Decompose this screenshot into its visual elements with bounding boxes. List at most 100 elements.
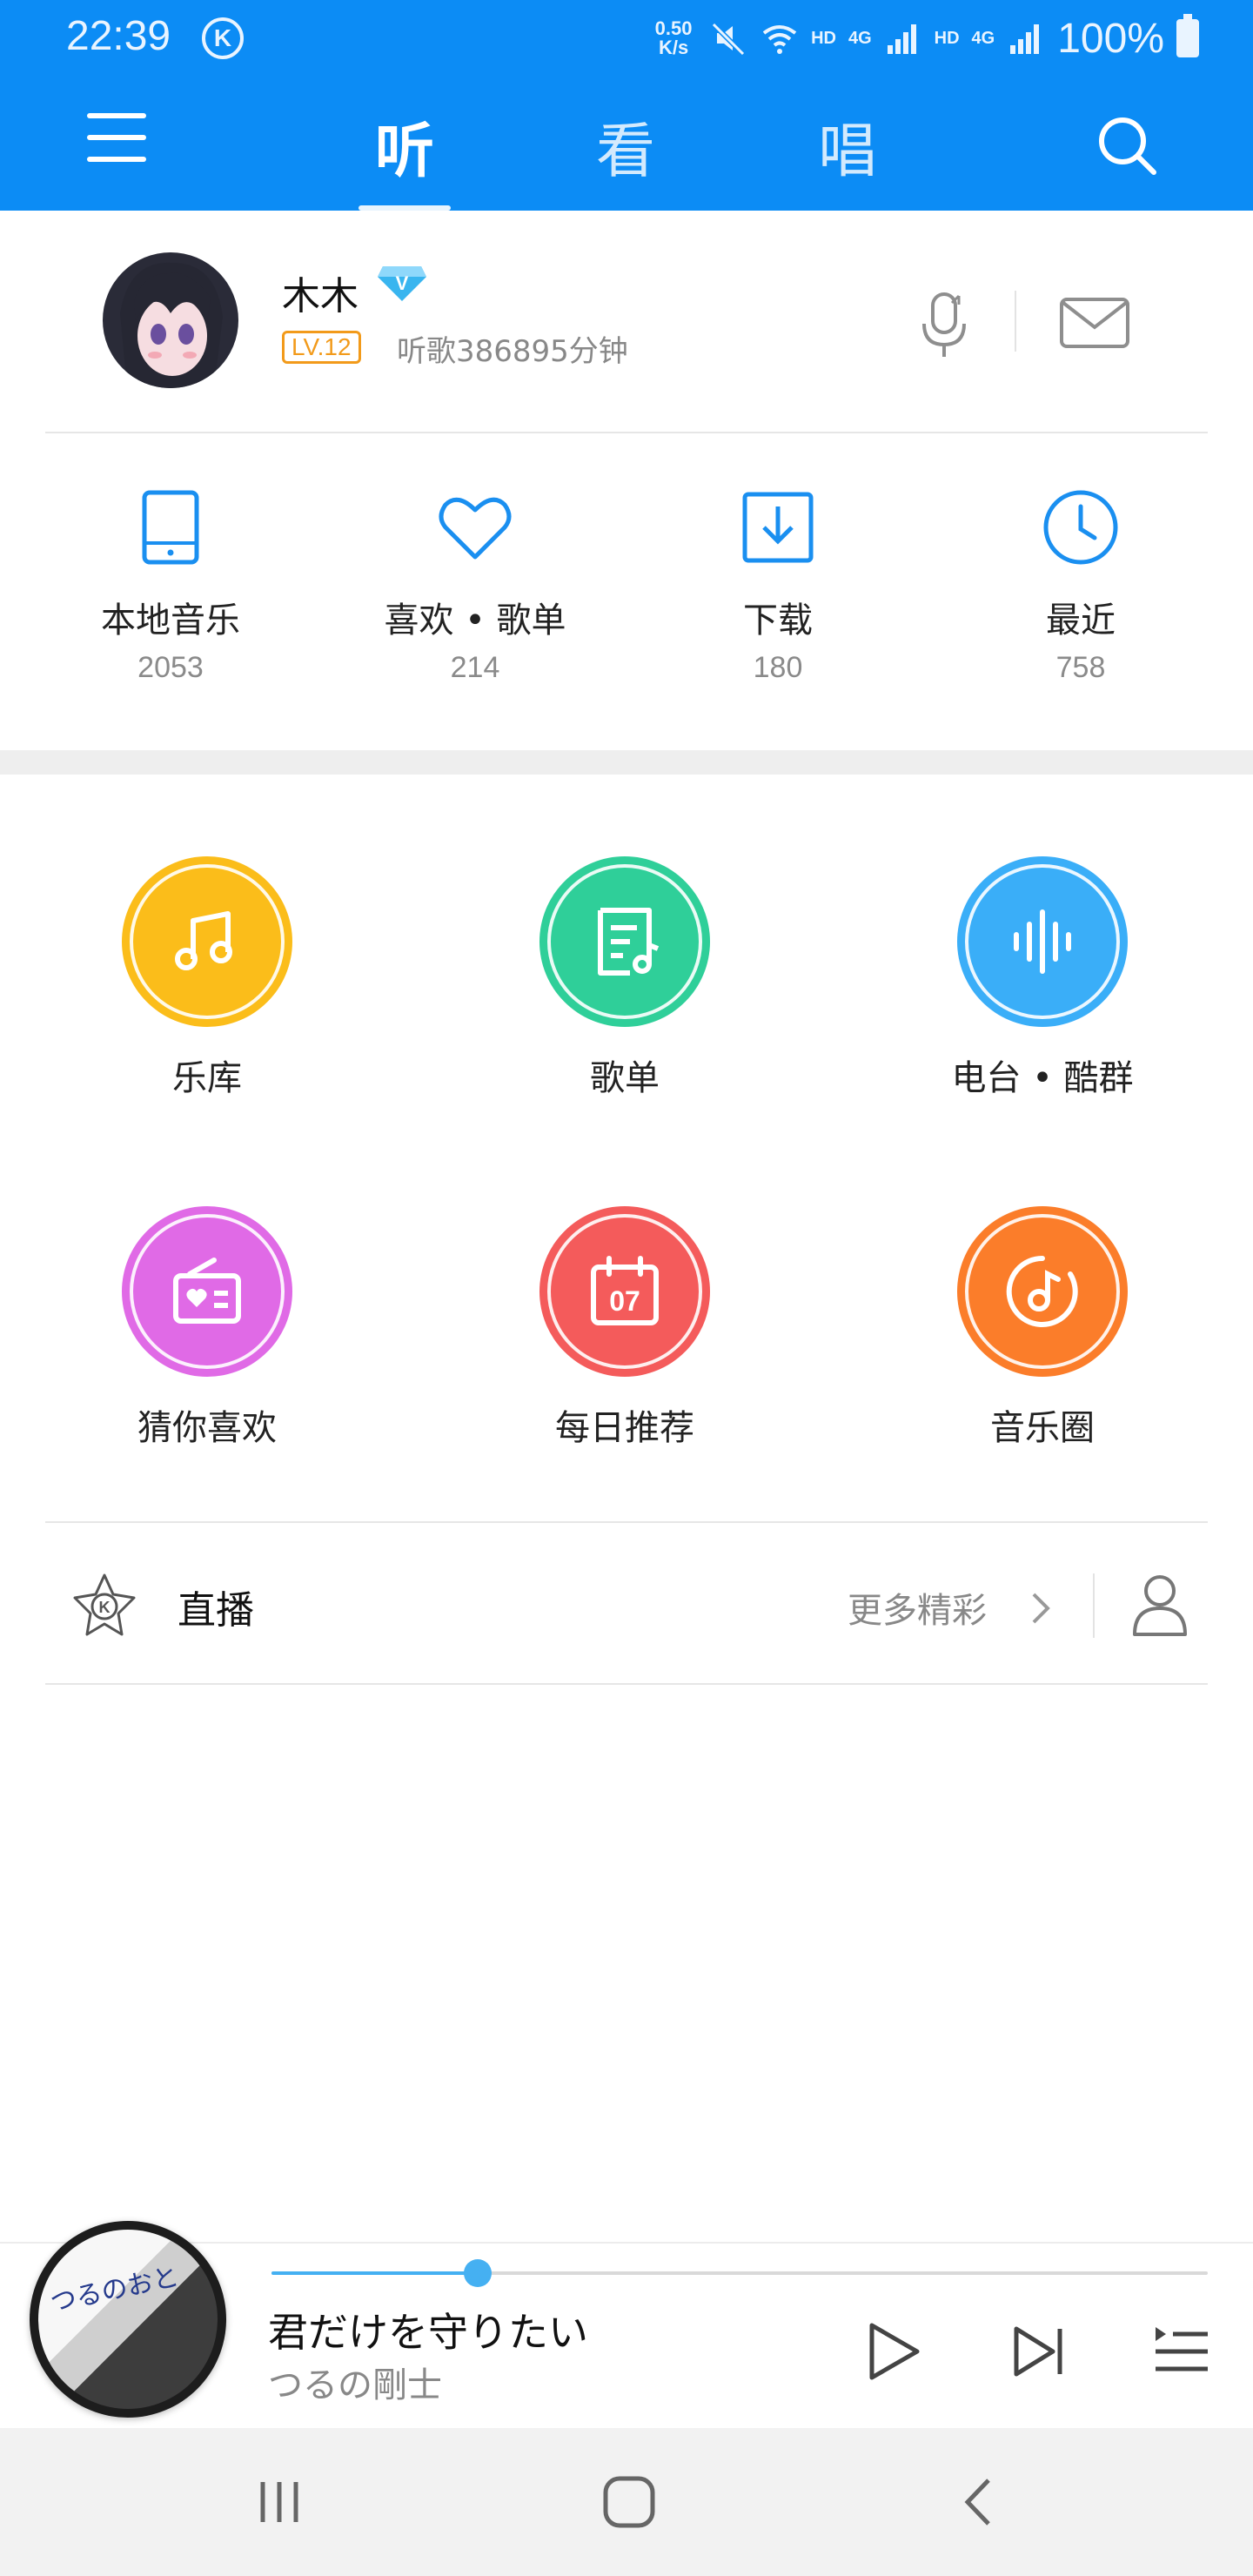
calendar-icon: 07 — [591, 1256, 659, 1325]
divider — [45, 432, 1208, 433]
feature-circle — [957, 1206, 1128, 1377]
avatar[interactable] — [103, 252, 238, 388]
feature-circle — [539, 856, 710, 1027]
playlist-icon — [598, 908, 660, 976]
menu-icon[interactable] — [87, 113, 157, 174]
feature-label: 音乐圈 — [990, 1408, 1095, 1448]
song-artist: つるの剛士 — [268, 2365, 442, 2405]
stat-local-music[interactable]: 本地音乐 2053 — [57, 487, 284, 685]
stat-count: 214 — [450, 651, 500, 684]
svg-text:K: K — [99, 1599, 111, 1616]
mail-icon[interactable] — [1058, 294, 1131, 352]
feature-label: 猜你喜欢 — [137, 1408, 277, 1448]
album-art — [38, 2230, 218, 2409]
network-1-hd: HD — [811, 28, 836, 48]
profile-section: 木木 V LV.12 听歌386895分钟 — [0, 211, 1253, 433]
stat-count: 180 — [753, 651, 803, 684]
recent-apps-icon[interactable] — [249, 2473, 310, 2531]
mute-icon — [711, 22, 746, 57]
progress-bar[interactable] — [271, 2259, 1208, 2287]
level-badge: LV.12 — [282, 331, 361, 364]
stat-label: 下载 — [743, 600, 813, 641]
feature-guess-you-like[interactable]: 猜你喜欢 — [77, 1206, 338, 1450]
progress-handle[interactable] — [463, 2259, 492, 2287]
listen-time: 听歌386895分钟 — [397, 334, 628, 369]
wifi-icon — [762, 25, 797, 54]
feature-music-circle[interactable]: 音乐圈 — [912, 1206, 1173, 1450]
heart-icon — [439, 497, 512, 560]
status-icons: 0.50 K/s HD 4G HD 4G 100% — [649, 10, 1199, 66]
voice-search-icon[interactable] — [914, 289, 976, 362]
feature-radio-groups[interactable]: 电台 • 酷群 — [912, 856, 1173, 1100]
feature-circle — [122, 856, 292, 1027]
music-note-icon — [175, 911, 232, 970]
stat-favorites[interactable]: 喜欢 • 歌单 214 — [362, 487, 588, 685]
svg-text:V: V — [396, 272, 409, 294]
network-1-gen: 4G — [848, 28, 872, 48]
section-separator — [0, 750, 1253, 775]
divider — [45, 1683, 1208, 1685]
status-time: 22:39 — [66, 13, 171, 59]
user-icon[interactable] — [1131, 1572, 1189, 1638]
play-icon[interactable] — [860, 2318, 926, 2385]
feature-circle — [957, 856, 1128, 1027]
live-more-link[interactable]: 更多精彩 — [848, 1582, 987, 1633]
playlist-queue-icon[interactable] — [1149, 2318, 1215, 2385]
tablet-icon — [142, 490, 199, 565]
top-app-bar: 22:39 K 0.50 K/s HD 4G HD 4G 100% 听 看 唱 — [0, 0, 1253, 211]
stat-download[interactable]: 下载 180 — [665, 487, 891, 685]
quick-stats: 本地音乐 2053 喜欢 • 歌单 214 下载 180 最近 758 — [0, 435, 1253, 750]
search-icon[interactable] — [1093, 111, 1163, 181]
battery-icon — [1176, 14, 1199, 57]
mini-player[interactable]: つるのおと 君だけを守りたい つるの剛士 — [0, 2221, 1253, 2428]
feature-label: 电台 • 酷群 — [951, 1058, 1134, 1098]
system-navigation-bar — [0, 2428, 1253, 2576]
status-bar: 22:39 K 0.50 K/s HD 4G HD 4G 100% — [0, 0, 1253, 78]
stat-label: 最近 — [1046, 600, 1116, 641]
feature-daily-recommend[interactable]: 07 每日推荐 — [494, 1206, 755, 1450]
music-circle-icon — [1006, 1255, 1078, 1327]
signal-1-icon — [887, 24, 916, 54]
feature-label: 每日推荐 — [555, 1408, 694, 1448]
progress-fill — [271, 2271, 478, 2275]
song-title: 君だけを守りたい — [268, 2309, 588, 2356]
soundwave-icon — [1014, 909, 1071, 974]
battery-percent: 100% — [1057, 15, 1164, 62]
avatar-illustration — [120, 262, 223, 388]
signal-2-icon — [1010, 24, 1040, 54]
chevron-right-icon — [1032, 1593, 1050, 1624]
feature-music-library[interactable]: 乐库 — [77, 856, 338, 1100]
live-row[interactable]: K 直播 更多精彩 — [0, 1523, 1253, 1685]
clock-icon — [1043, 490, 1118, 565]
stat-count: 2053 — [137, 651, 204, 684]
stat-label: 喜欢 • 歌单 — [384, 600, 566, 641]
network-2-hd: HD — [934, 28, 960, 48]
kugou-live-star-icon: K — [73, 1573, 136, 1636]
feature-circle: 07 — [539, 1206, 710, 1377]
radio-heart-icon — [173, 1258, 241, 1324]
next-track-icon[interactable] — [1008, 2318, 1074, 2385]
tab-watch[interactable]: 看 — [573, 103, 678, 189]
feature-circle — [122, 1206, 292, 1377]
username[interactable]: 木木 — [282, 265, 358, 320]
feature-label: 乐库 — [172, 1058, 242, 1098]
home-icon[interactable] — [599, 2473, 660, 2531]
download-icon — [742, 492, 814, 563]
feature-label: 歌单 — [590, 1058, 660, 1098]
main-nav: 听 看 唱 — [0, 87, 1253, 211]
stat-count: 758 — [1055, 651, 1106, 684]
tab-listen[interactable]: 听 — [352, 103, 457, 189]
kugou-notification-icon: K — [202, 17, 244, 59]
network-speed: 0.50 K/s — [654, 17, 693, 58]
divider — [1093, 1573, 1095, 1638]
back-icon[interactable] — [950, 2473, 1011, 2531]
divider — [1015, 291, 1016, 352]
stat-label: 本地音乐 — [101, 600, 240, 641]
live-title: 直播 — [178, 1588, 254, 1633]
album-cover[interactable]: つるのおと — [30, 2221, 226, 2418]
stat-recent[interactable]: 最近 758 — [968, 487, 1194, 685]
feature-playlists[interactable]: 歌单 — [494, 856, 755, 1100]
tab-sing[interactable]: 唱 — [795, 103, 900, 189]
svg-text:07: 07 — [609, 1285, 640, 1317]
vip-diamond-icon: V — [378, 266, 426, 301]
